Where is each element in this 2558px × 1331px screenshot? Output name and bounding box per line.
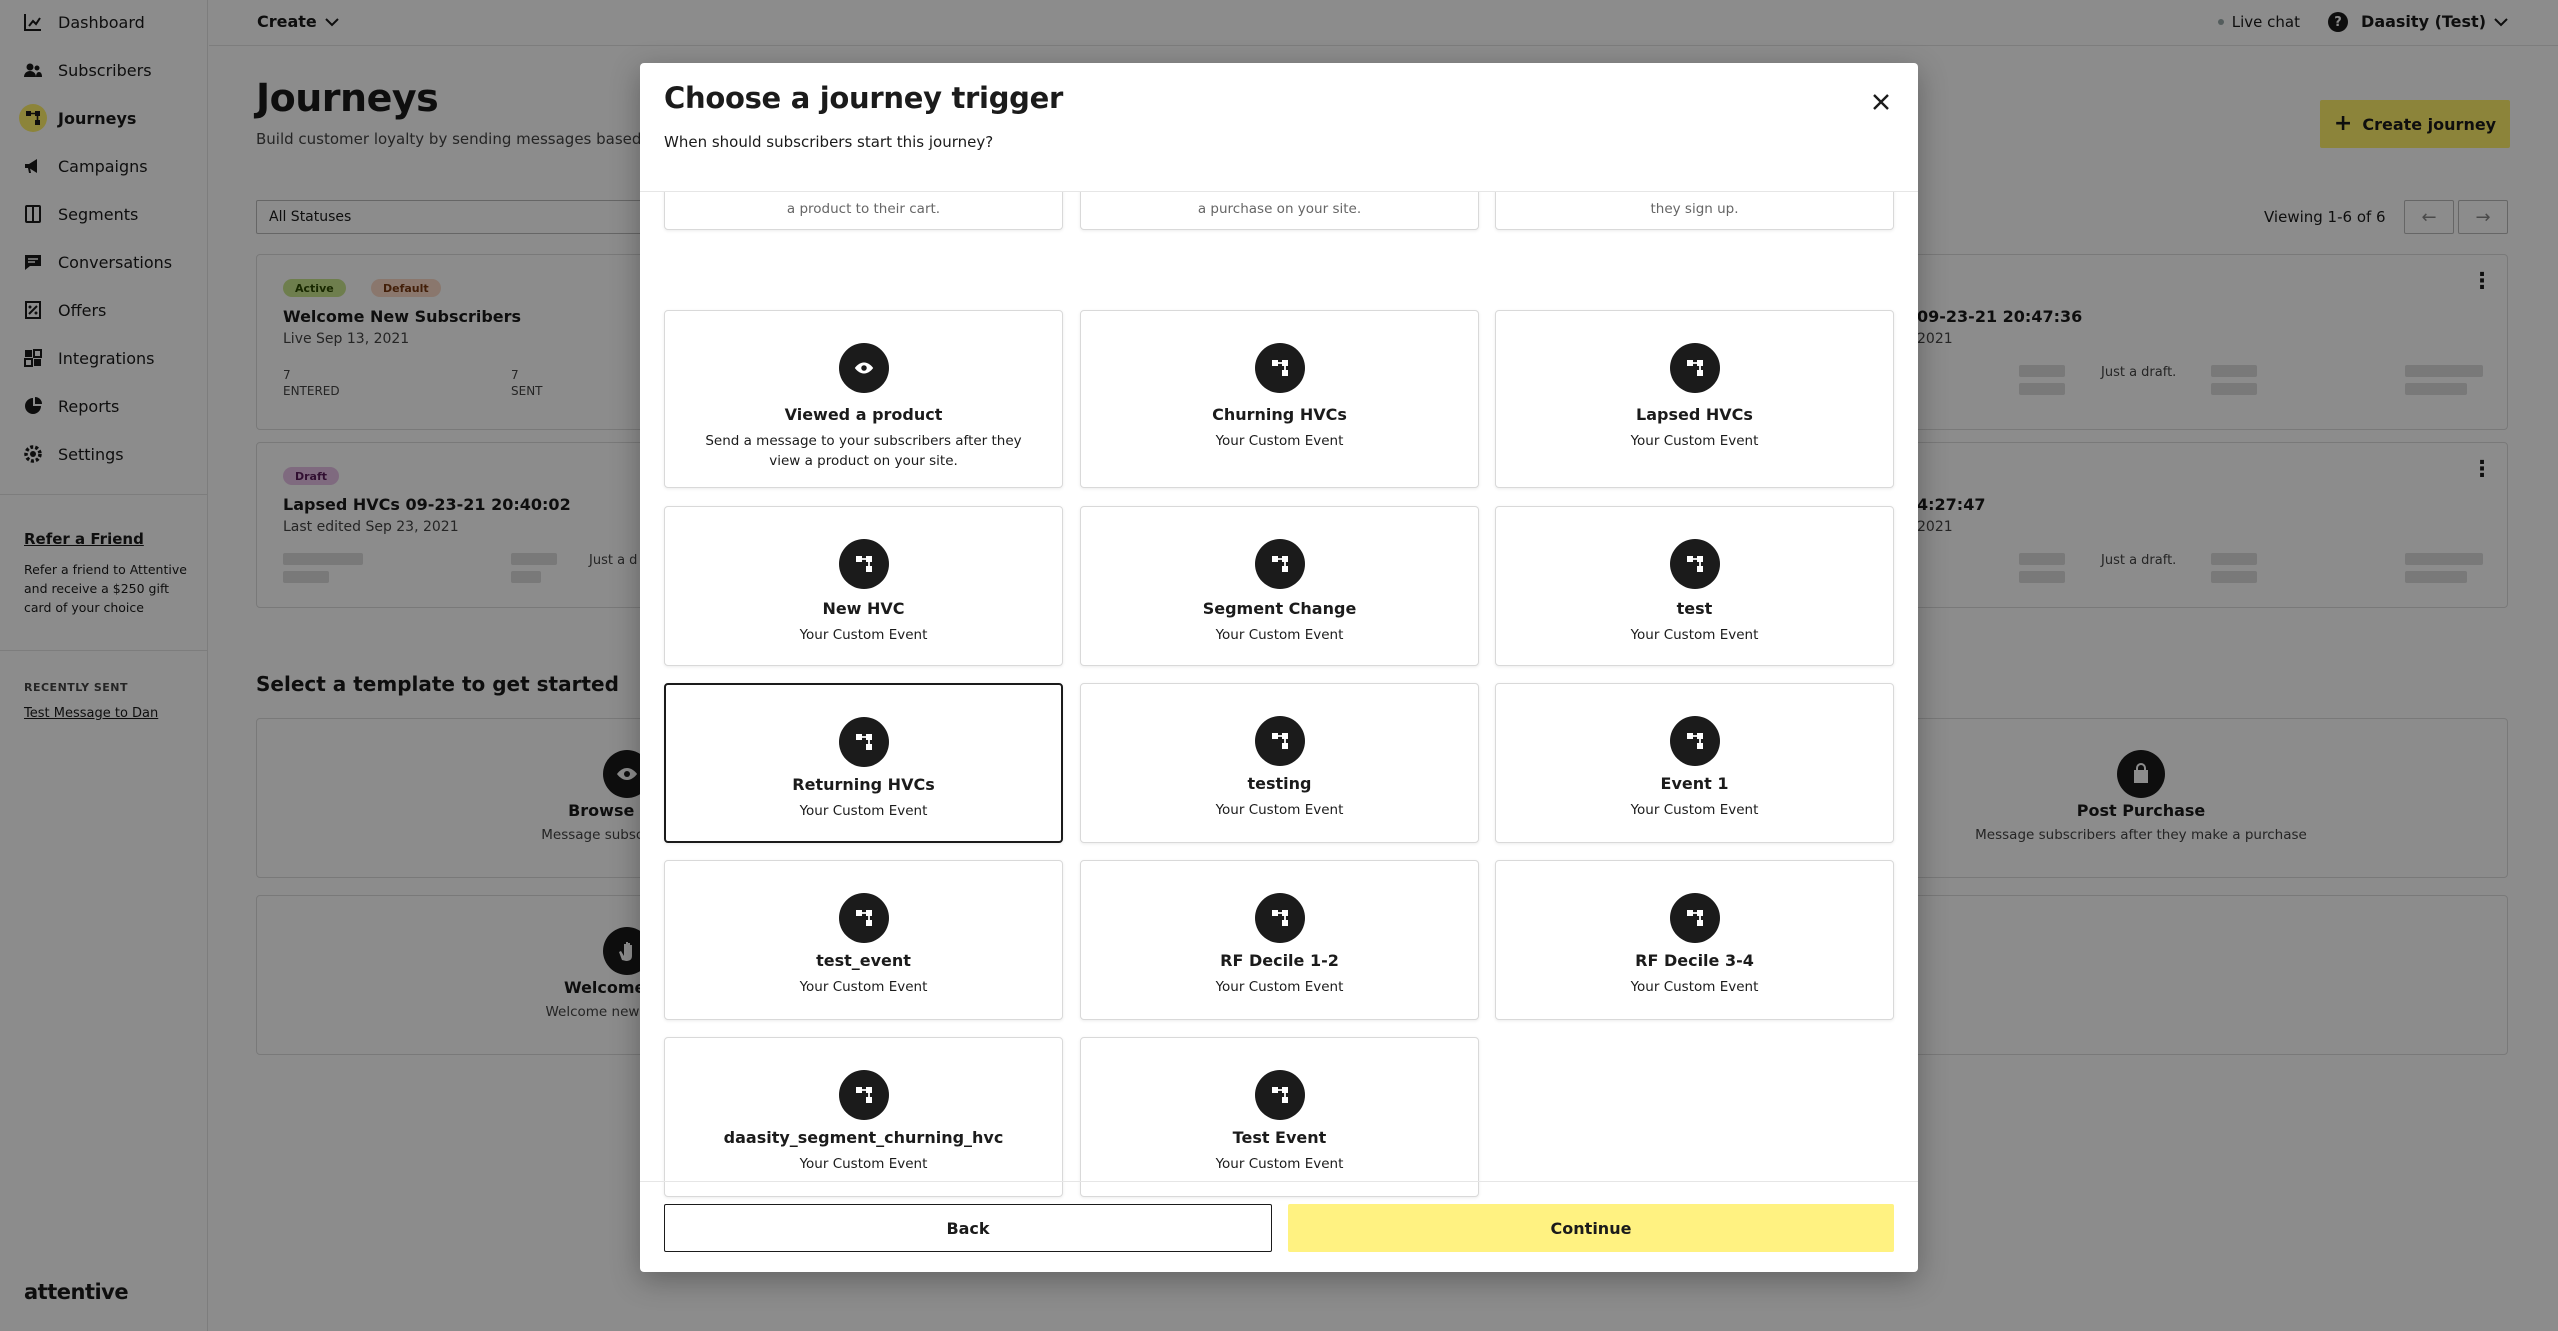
custom-event-icon bbox=[1254, 343, 1305, 393]
trigger-description: Your Custom Event bbox=[1215, 627, 1344, 643]
journey-trigger-modal: Choose a journey trigger When should sub… bbox=[640, 63, 1918, 1272]
trigger-card-viewed-a-product[interactable]: Viewed a product Send a message to your s… bbox=[664, 310, 1063, 488]
custom-event-icon bbox=[1254, 539, 1305, 589]
trigger-card-churning-hvcs[interactable]: Churning HVCs Your Custom Event bbox=[1080, 310, 1479, 488]
trigger-description: Your Custom Event bbox=[1215, 802, 1344, 818]
trigger-card-test[interactable]: test Your Custom Event bbox=[1495, 506, 1894, 666]
trigger-description: they sign up. bbox=[1650, 201, 1739, 217]
modal-subtitle: When should subscribers start this journ… bbox=[664, 133, 994, 151]
trigger-description: Your Custom Event bbox=[1630, 627, 1759, 643]
trigger-grid: a product to their cart. a purchase on y… bbox=[640, 192, 1918, 1245]
trigger-card-test-event[interactable]: Test Event Your Custom Event bbox=[1080, 1037, 1479, 1197]
modal-title: Choose a journey trigger bbox=[664, 81, 1063, 115]
custom-event-icon bbox=[1669, 343, 1720, 393]
trigger-description: Your Custom Event bbox=[799, 1156, 928, 1172]
trigger-card-daasity-segment-churning-hvc[interactable]: daasity_segment_churning_hvc Your Custom … bbox=[664, 1037, 1063, 1197]
trigger-title: Test Event bbox=[1232, 1128, 1327, 1147]
trigger-card-partial[interactable]: a purchase on your site. bbox=[1080, 192, 1479, 230]
trigger-card-new-hvc[interactable]: New HVC Your Custom Event bbox=[664, 506, 1063, 666]
trigger-title: Event 1 bbox=[1660, 774, 1729, 793]
trigger-card-segment-change[interactable]: Segment Change Your Custom Event bbox=[1080, 506, 1479, 666]
trigger-title: Lapsed HVCs bbox=[1636, 405, 1753, 424]
custom-event-icon bbox=[1254, 716, 1305, 766]
trigger-description: a purchase on your site. bbox=[1197, 201, 1362, 217]
back-button[interactable]: Back bbox=[664, 1204, 1272, 1252]
trigger-title: Segment Change bbox=[1202, 599, 1357, 618]
trigger-card-event-1[interactable]: Event 1 Your Custom Event bbox=[1495, 683, 1894, 843]
custom-event-icon bbox=[838, 717, 889, 767]
trigger-description: Your Custom Event bbox=[799, 627, 928, 643]
custom-event-icon bbox=[1254, 893, 1305, 943]
trigger-title: test bbox=[1676, 599, 1713, 618]
trigger-title: daasity_segment_churning_hvc bbox=[723, 1128, 1004, 1147]
trigger-title: Returning HVCs bbox=[792, 775, 935, 794]
continue-button[interactable]: Continue bbox=[1288, 1204, 1894, 1252]
custom-event-icon bbox=[1669, 893, 1720, 943]
trigger-card-rf-decile-3-4[interactable]: RF Decile 3-4 Your Custom Event bbox=[1495, 860, 1894, 1020]
trigger-description: Your Custom Event bbox=[1630, 802, 1759, 818]
trigger-card-lapsed-hvcs[interactable]: Lapsed HVCs Your Custom Event bbox=[1495, 310, 1894, 488]
eye-icon bbox=[838, 343, 889, 393]
custom-event-icon bbox=[838, 893, 889, 943]
trigger-card-returning-hvcs[interactable]: Returning HVCs Your Custom Event bbox=[664, 683, 1063, 843]
trigger-card-partial[interactable]: they sign up. bbox=[1495, 192, 1894, 230]
custom-event-icon bbox=[1254, 1070, 1305, 1120]
footer-divider bbox=[640, 1181, 1918, 1182]
trigger-card-partial[interactable]: a product to their cart. bbox=[664, 192, 1063, 230]
trigger-card-rf-decile-1-2[interactable]: RF Decile 1-2 Your Custom Event bbox=[1080, 860, 1479, 1020]
trigger-description: Your Custom Event bbox=[1215, 1156, 1344, 1172]
trigger-description: a product to their cart. bbox=[786, 201, 941, 217]
trigger-title: testing bbox=[1247, 774, 1312, 793]
custom-event-icon bbox=[838, 1070, 889, 1120]
trigger-title: RF Decile 1-2 bbox=[1220, 951, 1339, 970]
trigger-description: Your Custom Event bbox=[1630, 979, 1759, 995]
trigger-description: Your Custom Event bbox=[1215, 433, 1344, 449]
close-icon[interactable] bbox=[1868, 89, 1894, 115]
trigger-card-testing[interactable]: testing Your Custom Event bbox=[1080, 683, 1479, 843]
trigger-description: Your Custom Event bbox=[1630, 433, 1759, 449]
trigger-title: Viewed a product bbox=[784, 405, 943, 424]
trigger-title: RF Decile 3-4 bbox=[1635, 951, 1754, 970]
trigger-title: New HVC bbox=[822, 599, 905, 618]
trigger-description: Your Custom Event bbox=[1215, 979, 1344, 995]
trigger-description: Your Custom Event bbox=[799, 803, 928, 819]
trigger-title: test_event bbox=[816, 951, 911, 970]
custom-event-icon bbox=[838, 539, 889, 589]
trigger-card-test-event[interactable]: test_event Your Custom Event bbox=[664, 860, 1063, 1020]
custom-event-icon bbox=[1669, 716, 1720, 766]
custom-event-icon bbox=[1669, 539, 1720, 589]
trigger-description: Send a message to your subscribers after… bbox=[705, 433, 1022, 469]
trigger-description: Your Custom Event bbox=[799, 979, 928, 995]
trigger-title: Churning HVCs bbox=[1212, 405, 1347, 424]
